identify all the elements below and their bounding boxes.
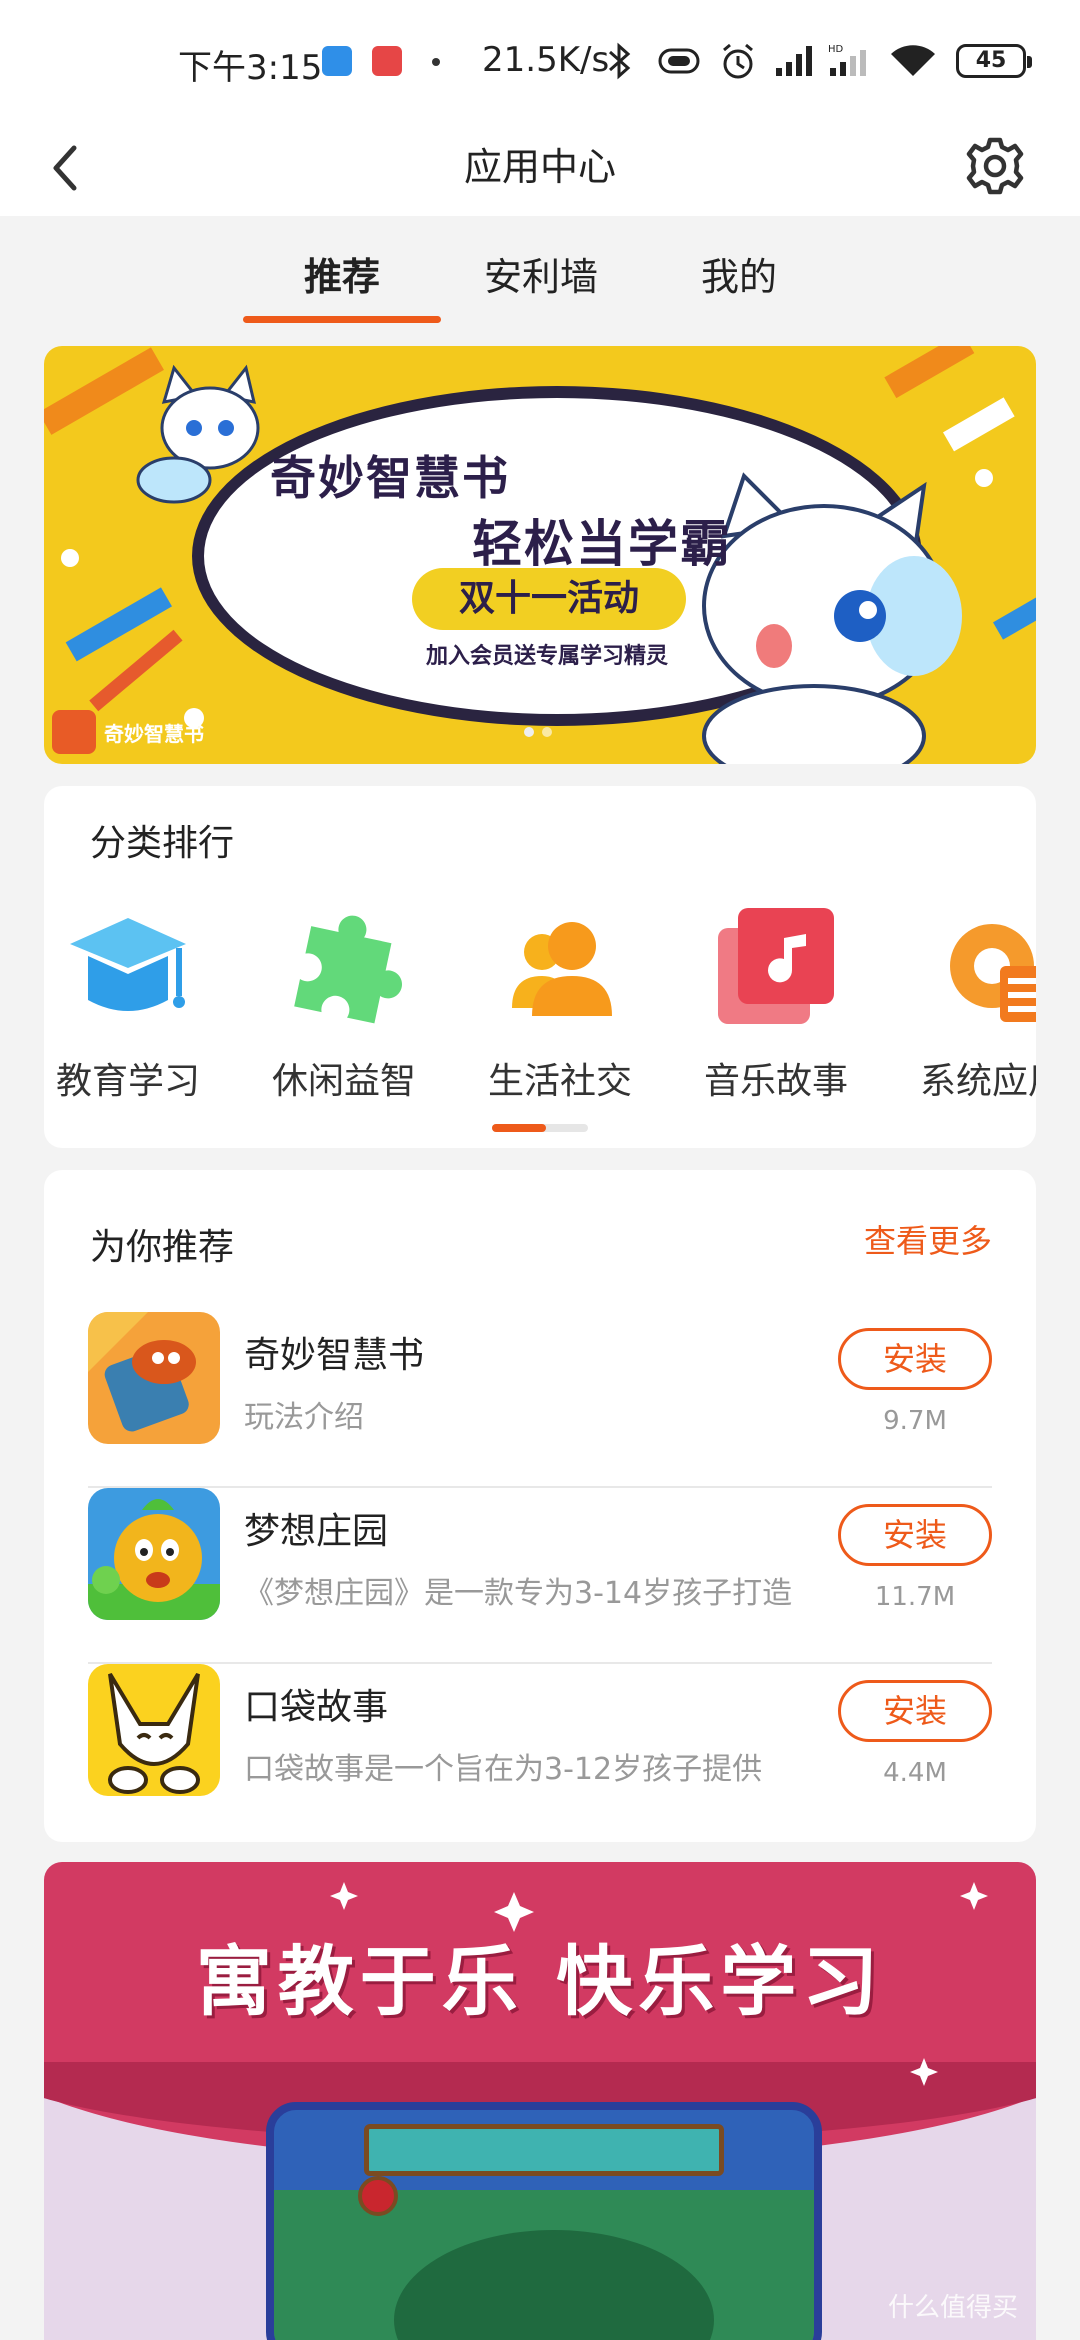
carousel-dot-active	[524, 727, 534, 737]
tab-bar: 推荐 安利墙 我的	[0, 216, 1080, 326]
bluetooth-icon	[609, 42, 631, 80]
tab-anli-wall[interactable]: 安利墙	[441, 246, 641, 301]
tab-mine[interactable]: 我的	[639, 246, 839, 301]
category-music-story[interactable]: 音乐故事	[686, 904, 866, 1104]
app-name: 奇妙智慧书	[244, 1335, 425, 1376]
see-more-link[interactable]: 查看更多	[864, 1216, 992, 1262]
category-casual-puzzle[interactable]: 休闲益智	[254, 904, 434, 1104]
tab-recommend[interactable]: 推荐	[242, 246, 442, 301]
settings-button[interactable]	[960, 126, 1030, 206]
install-button[interactable]: 安装	[838, 1328, 992, 1390]
app-size: 9.7M	[883, 1406, 947, 1436]
app-icon-dream-farm	[88, 1488, 220, 1620]
app-name: 梦想庄园	[244, 1511, 389, 1552]
carousel-dot	[542, 727, 552, 737]
svg-text:HD: HD	[828, 44, 844, 55]
recommend-section-title: 为你推荐	[90, 1227, 235, 1268]
status-bar: 下午3:15 21.5K/s HD 45	[0, 0, 1080, 120]
app-name: 口袋故事	[244, 1687, 389, 1728]
app-logo-icon	[52, 710, 96, 754]
calendar-notification-icon	[372, 46, 402, 76]
app-notification-icon	[322, 46, 352, 76]
vibrate-icon	[658, 48, 700, 74]
fox-mascot-image	[136, 364, 260, 504]
banner-headline-1: 奇妙智慧书	[270, 451, 510, 505]
more-notifications-icon	[432, 58, 440, 66]
category-label: 系统应用	[919, 1061, 1036, 1102]
category-ranking-card: 分类排行 教育学习 休闲益智 生活社交 音乐故事 系统应用	[44, 786, 1036, 1148]
banner-headline-2: 轻松当学霸	[472, 515, 732, 573]
app-header: 应用中心	[0, 120, 1080, 216]
game-screenshot-frame	[266, 2102, 822, 2340]
alarm-icon	[723, 43, 753, 79]
category-life-social[interactable]: 生活社交	[470, 904, 650, 1104]
app-list-item[interactable]: 奇妙智慧书 玩法介绍 安装 9.7M	[88, 1312, 992, 1488]
site-watermark: 什么值得买	[887, 2293, 1018, 2323]
category-label: 休闲益智	[271, 1061, 416, 1102]
carousel-indicator	[524, 722, 560, 741]
app-list-item[interactable]: 口袋故事 口袋故事是一个旨在为3-12岁孩子提供 安装 4.4M	[88, 1664, 992, 1840]
graduation-cap-icon	[66, 904, 190, 1028]
banner-event-pill: 双十一活动	[412, 568, 686, 630]
network-speed: 21.5K/s	[482, 40, 610, 80]
app-description: 玩法介绍	[244, 1400, 364, 1435]
app-description: 《梦想庄园》是一款专为3-14岁孩子打造	[244, 1576, 793, 1611]
category-scroll-indicator	[492, 1124, 588, 1132]
battery-indicator: 45	[956, 44, 1032, 78]
wifi-icon	[891, 45, 935, 76]
scroll-thumb	[492, 1124, 546, 1132]
page-title: 应用中心	[463, 145, 616, 189]
app-icon-pocket-story	[88, 1664, 220, 1796]
category-label: 教育学习	[55, 1061, 200, 1102]
app-size: 4.4M	[883, 1758, 947, 1788]
signal-icon	[776, 46, 812, 76]
signal-hd-icon: HD	[828, 44, 866, 76]
music-note-icon	[714, 904, 838, 1028]
category-label: 生活社交	[487, 1061, 632, 1102]
tab-active-indicator	[243, 316, 441, 323]
app-size: 11.7M	[874, 1582, 956, 1612]
banner-logo-text: 奇妙智慧书	[104, 722, 204, 746]
app-description: 口袋故事是一个旨在为3-12岁孩子提供	[244, 1752, 763, 1787]
banner-subtitle: 加入会员送专属学习精灵	[426, 644, 669, 669]
status-time: 下午3:15	[178, 48, 323, 88]
game-title-bar	[364, 2124, 724, 2176]
category-section-title: 分类排行	[90, 823, 235, 864]
promo-banner-carousel[interactable]: 奇妙智慧书 轻松当学霸 双十一活动 加入会员送专属学习精灵 奇妙智慧书	[44, 346, 1036, 764]
recommend-card: 为你推荐 查看更多 奇妙智慧书 玩法介绍 安装 9.7M 梦想庄园 《梦想庄园》…	[44, 1170, 1036, 1842]
game-ball-icon	[358, 2176, 398, 2216]
gear-document-icon	[930, 904, 1036, 1028]
category-education[interactable]: 教育学习	[44, 904, 218, 1104]
people-icon	[498, 904, 622, 1028]
puzzle-icon	[282, 904, 406, 1028]
app-icon-qimiao	[88, 1312, 220, 1444]
install-button[interactable]: 安装	[838, 1680, 992, 1742]
install-button[interactable]: 安装	[838, 1504, 992, 1566]
app-list-item[interactable]: 梦想庄园 《梦想庄园》是一款专为3-14岁孩子打造 安装 11.7M	[88, 1488, 992, 1664]
promo-banner-bottom[interactable]: 寓教于乐 快乐学习 什么值得买	[44, 1862, 1036, 2340]
gear-icon	[966, 137, 1024, 195]
category-label: 音乐故事	[703, 1061, 848, 1102]
category-system-apps[interactable]: 系统应用	[902, 904, 1036, 1104]
